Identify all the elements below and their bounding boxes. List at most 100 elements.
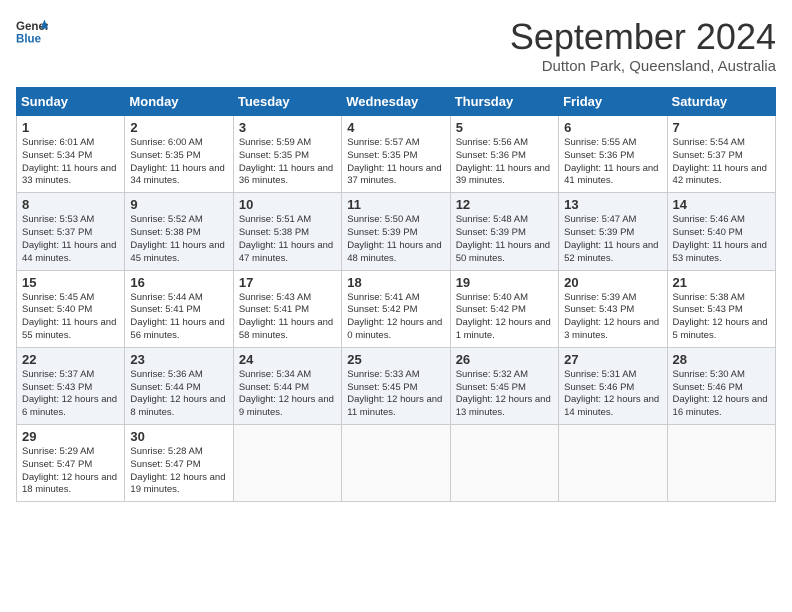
logo: General Blue [16,16,48,48]
day-of-week-header: Sunday [17,88,125,116]
day-number: 23 [130,352,227,367]
day-number: 26 [456,352,553,367]
calendar-cell: 5 Sunrise: 5:56 AMSunset: 5:36 PMDayligh… [450,116,558,193]
day-info: Sunrise: 5:37 AMSunset: 5:43 PMDaylight:… [22,369,119,420]
day-number: 19 [456,275,553,290]
month-title: September 2024 [510,16,776,58]
day-info: Sunrise: 5:36 AMSunset: 5:44 PMDaylight:… [130,369,227,420]
day-number: 30 [130,429,227,444]
day-info: Sunrise: 5:44 AMSunset: 5:41 PMDaylight:… [130,292,227,343]
calendar: SundayMondayTuesdayWednesdayThursdayFrid… [16,87,776,502]
calendar-cell [450,425,558,502]
day-number: 25 [347,352,444,367]
day-info: Sunrise: 6:01 AMSunset: 5:34 PMDaylight:… [22,137,119,188]
day-number: 17 [239,275,336,290]
day-of-week-header: Thursday [450,88,558,116]
day-info: Sunrise: 5:41 AMSunset: 5:42 PMDaylight:… [347,292,444,343]
calendar-cell: 17 Sunrise: 5:43 AMSunset: 5:41 PMDaylig… [233,270,341,347]
calendar-cell: 28 Sunrise: 5:30 AMSunset: 5:46 PMDaylig… [667,347,775,424]
day-info: Sunrise: 5:32 AMSunset: 5:45 PMDaylight:… [456,369,553,420]
calendar-cell: 23 Sunrise: 5:36 AMSunset: 5:44 PMDaylig… [125,347,233,424]
calendar-cell [233,425,341,502]
day-info: Sunrise: 5:33 AMSunset: 5:45 PMDaylight:… [347,369,444,420]
day-number: 15 [22,275,119,290]
day-info: Sunrise: 5:59 AMSunset: 5:35 PMDaylight:… [239,137,336,188]
day-info: Sunrise: 5:45 AMSunset: 5:40 PMDaylight:… [22,292,119,343]
day-info: Sunrise: 5:29 AMSunset: 5:47 PMDaylight:… [22,446,119,497]
day-info: Sunrise: 5:56 AMSunset: 5:36 PMDaylight:… [456,137,553,188]
calendar-cell: 20 Sunrise: 5:39 AMSunset: 5:43 PMDaylig… [559,270,667,347]
day-info: Sunrise: 5:38 AMSunset: 5:43 PMDaylight:… [673,292,770,343]
day-of-week-header: Monday [125,88,233,116]
calendar-cell: 6 Sunrise: 5:55 AMSunset: 5:36 PMDayligh… [559,116,667,193]
day-number: 14 [673,197,770,212]
logo-icon: General Blue [16,16,48,48]
calendar-cell: 11 Sunrise: 5:50 AMSunset: 5:39 PMDaylig… [342,193,450,270]
day-number: 18 [347,275,444,290]
day-info: Sunrise: 5:57 AMSunset: 5:35 PMDaylight:… [347,137,444,188]
day-info: Sunrise: 5:46 AMSunset: 5:40 PMDaylight:… [673,214,770,265]
calendar-cell [667,425,775,502]
day-number: 10 [239,197,336,212]
day-number: 5 [456,120,553,135]
location: Dutton Park, Queensland, Australia [510,58,776,75]
calendar-cell: 16 Sunrise: 5:44 AMSunset: 5:41 PMDaylig… [125,270,233,347]
calendar-cell: 3 Sunrise: 5:59 AMSunset: 5:35 PMDayligh… [233,116,341,193]
calendar-cell: 29 Sunrise: 5:29 AMSunset: 5:47 PMDaylig… [17,425,125,502]
day-info: Sunrise: 5:30 AMSunset: 5:46 PMDaylight:… [673,369,770,420]
day-info: Sunrise: 5:50 AMSunset: 5:39 PMDaylight:… [347,214,444,265]
day-number: 20 [564,275,661,290]
day-info: Sunrise: 5:34 AMSunset: 5:44 PMDaylight:… [239,369,336,420]
svg-text:Blue: Blue [16,34,42,46]
calendar-cell: 27 Sunrise: 5:31 AMSunset: 5:46 PMDaylig… [559,347,667,424]
calendar-cell: 13 Sunrise: 5:47 AMSunset: 5:39 PMDaylig… [559,193,667,270]
day-number: 3 [239,120,336,135]
day-number: 11 [347,197,444,212]
calendar-cell [559,425,667,502]
calendar-cell: 19 Sunrise: 5:40 AMSunset: 5:42 PMDaylig… [450,270,558,347]
calendar-cell: 14 Sunrise: 5:46 AMSunset: 5:40 PMDaylig… [667,193,775,270]
calendar-cell: 9 Sunrise: 5:52 AMSunset: 5:38 PMDayligh… [125,193,233,270]
day-number: 9 [130,197,227,212]
day-number: 22 [22,352,119,367]
calendar-cell: 30 Sunrise: 5:28 AMSunset: 5:47 PMDaylig… [125,425,233,502]
day-info: Sunrise: 5:51 AMSunset: 5:38 PMDaylight:… [239,214,336,265]
calendar-cell: 1 Sunrise: 6:01 AMSunset: 5:34 PMDayligh… [17,116,125,193]
day-of-week-header: Wednesday [342,88,450,116]
day-number: 29 [22,429,119,444]
day-info: Sunrise: 6:00 AMSunset: 5:35 PMDaylight:… [130,137,227,188]
day-of-week-header: Tuesday [233,88,341,116]
day-number: 28 [673,352,770,367]
day-number: 1 [22,120,119,135]
calendar-cell [342,425,450,502]
calendar-cell: 15 Sunrise: 5:45 AMSunset: 5:40 PMDaylig… [17,270,125,347]
day-info: Sunrise: 5:48 AMSunset: 5:39 PMDaylight:… [456,214,553,265]
calendar-cell: 10 Sunrise: 5:51 AMSunset: 5:38 PMDaylig… [233,193,341,270]
day-info: Sunrise: 5:43 AMSunset: 5:41 PMDaylight:… [239,292,336,343]
day-info: Sunrise: 5:55 AMSunset: 5:36 PMDaylight:… [564,137,661,188]
calendar-cell: 25 Sunrise: 5:33 AMSunset: 5:45 PMDaylig… [342,347,450,424]
calendar-cell: 24 Sunrise: 5:34 AMSunset: 5:44 PMDaylig… [233,347,341,424]
calendar-cell: 2 Sunrise: 6:00 AMSunset: 5:35 PMDayligh… [125,116,233,193]
day-of-week-header: Friday [559,88,667,116]
day-number: 24 [239,352,336,367]
calendar-cell: 7 Sunrise: 5:54 AMSunset: 5:37 PMDayligh… [667,116,775,193]
day-info: Sunrise: 5:28 AMSunset: 5:47 PMDaylight:… [130,446,227,497]
day-of-week-header: Saturday [667,88,775,116]
day-number: 12 [456,197,553,212]
day-info: Sunrise: 5:53 AMSunset: 5:37 PMDaylight:… [22,214,119,265]
title-block: September 2024 Dutton Park, Queensland, … [510,16,776,75]
day-number: 27 [564,352,661,367]
day-number: 4 [347,120,444,135]
calendar-cell: 26 Sunrise: 5:32 AMSunset: 5:45 PMDaylig… [450,347,558,424]
day-info: Sunrise: 5:54 AMSunset: 5:37 PMDaylight:… [673,137,770,188]
day-info: Sunrise: 5:40 AMSunset: 5:42 PMDaylight:… [456,292,553,343]
calendar-cell: 4 Sunrise: 5:57 AMSunset: 5:35 PMDayligh… [342,116,450,193]
day-number: 21 [673,275,770,290]
calendar-cell: 8 Sunrise: 5:53 AMSunset: 5:37 PMDayligh… [17,193,125,270]
day-number: 8 [22,197,119,212]
day-info: Sunrise: 5:47 AMSunset: 5:39 PMDaylight:… [564,214,661,265]
calendar-cell: 18 Sunrise: 5:41 AMSunset: 5:42 PMDaylig… [342,270,450,347]
calendar-cell: 21 Sunrise: 5:38 AMSunset: 5:43 PMDaylig… [667,270,775,347]
day-number: 2 [130,120,227,135]
